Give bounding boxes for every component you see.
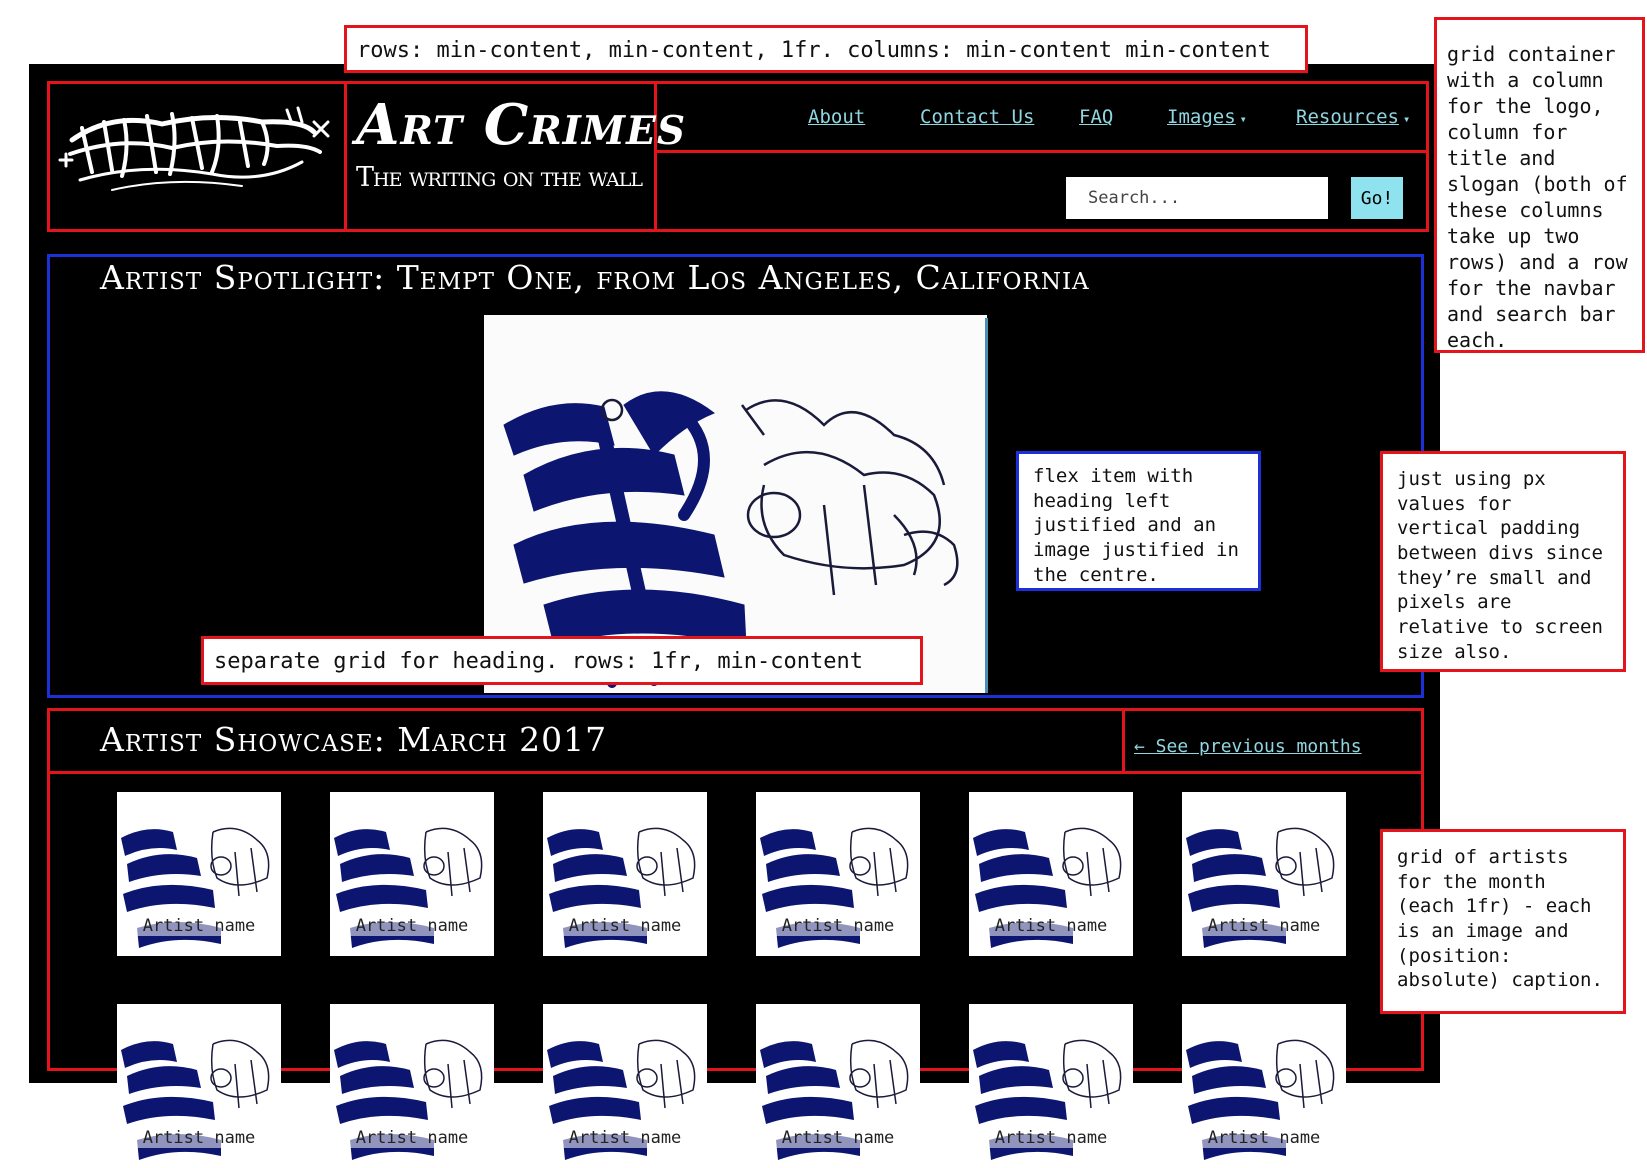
- header-divider-nav: [654, 150, 1429, 153]
- showcase-heading-divider: [1122, 708, 1125, 774]
- artist-caption: Artist name: [117, 916, 281, 936]
- artist-caption: Artist name: [969, 916, 1133, 936]
- artist-caption: Artist name: [756, 916, 920, 936]
- annotation-artists-grid: grid of artists for the month (each 1fr)…: [1380, 829, 1626, 1014]
- artist-caption: Artist name: [1182, 916, 1346, 936]
- artist-card[interactable]: Artist name: [756, 1004, 920, 1168]
- nav-faq-link[interactable]: FAQ: [1079, 106, 1113, 128]
- artist-card[interactable]: Artist name: [1182, 792, 1346, 956]
- site-logo[interactable]: [52, 92, 337, 204]
- images-dropdown-caret-icon: ▾: [1239, 112, 1247, 126]
- annotation-padding: just using px values for vertical paddin…: [1380, 451, 1626, 672]
- nav-faq-label: FAQ: [1079, 106, 1114, 128]
- site-slogan: The writing on the wall: [356, 162, 643, 193]
- annotation-flex-item: flex item with heading left justified an…: [1016, 451, 1261, 591]
- annotation-grid-container: grid container with a column for the log…: [1434, 17, 1645, 353]
- artist-caption: Artist name: [330, 1128, 494, 1148]
- artist-card[interactable]: Artist name: [969, 792, 1133, 956]
- artist-card[interactable]: Artist name: [1182, 1004, 1346, 1168]
- nav-about-link[interactable]: About: [808, 106, 865, 128]
- nav-contact-label: Contact Us: [920, 106, 1035, 128]
- annotation-top-grid: rows: min-content, min-content, 1fr. col…: [344, 25, 1308, 73]
- spotlight-image-edge: [985, 318, 988, 693]
- nav-contact-link[interactable]: Contact Us: [920, 106, 1034, 128]
- resources-dropdown-caret-icon: ▾: [1402, 112, 1411, 126]
- artist-caption: Artist name: [756, 1128, 920, 1148]
- annotation-heading-grid: separate grid for heading. rows: 1fr, mi…: [201, 636, 923, 685]
- artist-card[interactable]: Artist name: [330, 1004, 494, 1168]
- see-previous-months-link[interactable]: ← See previous months: [1134, 736, 1362, 757]
- artist-card[interactable]: Artist name: [117, 792, 281, 956]
- spotlight-heading: Artist Spotlight: Tempt One, from Los An…: [100, 258, 1090, 297]
- artist-card[interactable]: Artist name: [330, 792, 494, 956]
- artist-caption: Artist name: [117, 1128, 281, 1148]
- header-divider-logo: [344, 81, 347, 232]
- artist-caption: Artist name: [969, 1128, 1133, 1148]
- nav-about-label: About: [808, 106, 866, 128]
- artist-card[interactable]: Artist name: [543, 792, 707, 956]
- search-go-button[interactable]: Go!: [1351, 177, 1403, 219]
- artist-caption: Artist name: [1182, 1128, 1346, 1148]
- artist-card[interactable]: Artist name: [117, 1004, 281, 1168]
- artist-caption: Artist name: [330, 916, 494, 936]
- artist-card[interactable]: Artist name: [969, 1004, 1133, 1168]
- site-title: Art Crimes: [356, 92, 686, 158]
- artist-caption: Artist name: [543, 1128, 707, 1148]
- artist-card[interactable]: Artist name: [756, 792, 920, 956]
- showcase-heading: Artist Showcase: March 2017: [100, 720, 608, 759]
- artist-card[interactable]: Artist name: [543, 1004, 707, 1168]
- search-input[interactable]: [1066, 177, 1328, 219]
- nav-resources-label: Resources: [1296, 106, 1399, 128]
- nav-images-label: Images: [1167, 106, 1236, 128]
- artist-caption: Artist name: [543, 916, 707, 936]
- nav-resources-link[interactable]: Resources ▾: [1296, 106, 1410, 128]
- nav-images-link[interactable]: Images ▾: [1167, 106, 1247, 128]
